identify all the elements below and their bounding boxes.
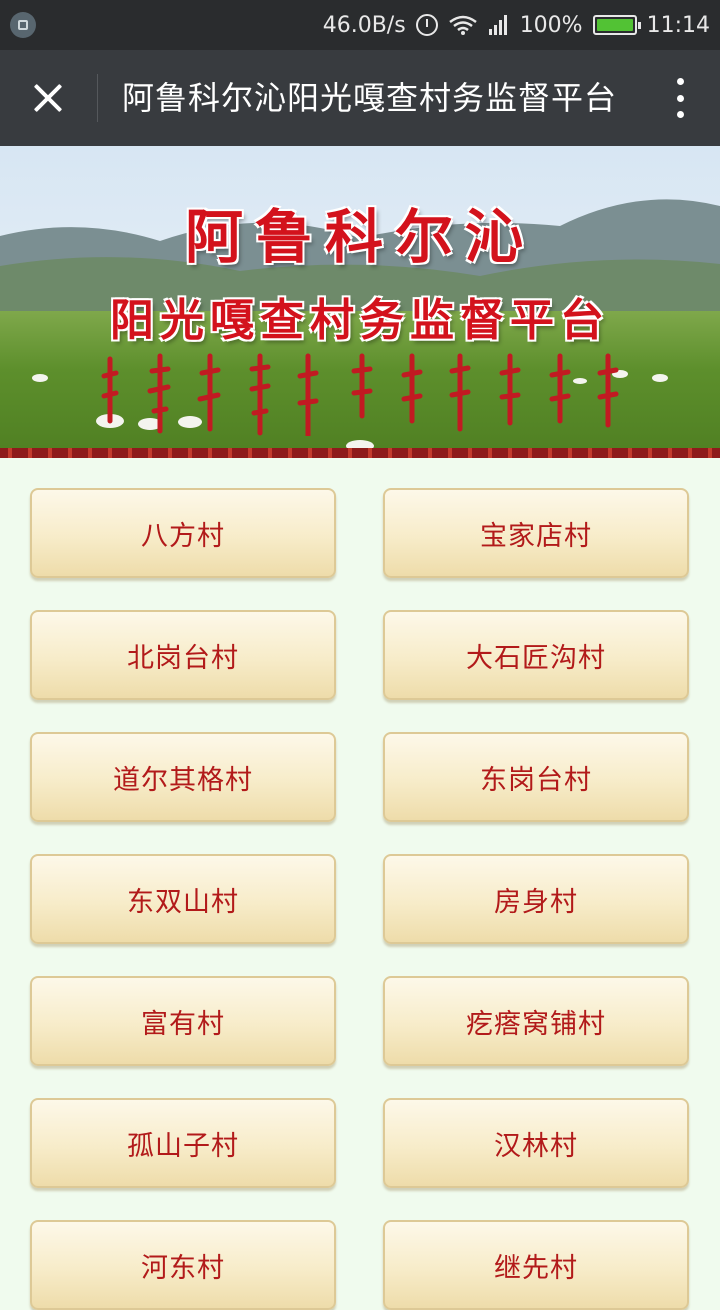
village-button[interactable]: 大石匠沟村 (383, 610, 689, 700)
banner-title-line1: 阿鲁科尔沁 (184, 203, 535, 271)
village-button[interactable]: 宝家店村 (383, 488, 689, 578)
battery-icon (592, 15, 641, 35)
village-button[interactable]: 东双山村 (30, 854, 336, 944)
village-button[interactable]: 东岗台村 (383, 732, 689, 822)
network-speed: 46.0B/s (322, 12, 406, 38)
app-bar: 阿鲁科尔沁阳光嘎查村务监督平台 (0, 50, 720, 146)
screenshot-icon (10, 12, 36, 38)
banner-title-line2: 阳光嘎查村务监督平台 (110, 295, 610, 346)
page-title: 阿鲁科尔沁阳光嘎查村务监督平台 (122, 79, 618, 117)
battery-percent: 100% (519, 12, 583, 38)
village-button[interactable]: 汉林村 (383, 1098, 689, 1188)
village-button[interactable]: 北岗台村 (30, 610, 336, 700)
wifi-icon (448, 15, 477, 35)
signal-icon (488, 15, 507, 35)
alarm-icon (415, 14, 438, 36)
village-button[interactable]: 道尔其格村 (30, 732, 336, 822)
mongolian-script-decoration (101, 353, 619, 436)
village-button[interactable]: 继先村 (383, 1220, 689, 1310)
village-button[interactable]: 疙瘩窝铺村 (383, 976, 689, 1066)
more-vertical-icon[interactable] (670, 78, 690, 118)
banner-ornamental-border (0, 448, 720, 458)
village-button[interactable]: 河东村 (30, 1220, 336, 1310)
status-bar: 46.0B/s 100% 11:14 (0, 0, 720, 50)
village-button[interactable]: 八方村 (30, 488, 336, 578)
app-bar-divider (97, 74, 98, 122)
village-button[interactable]: 富有村 (30, 976, 336, 1066)
banner: 阿鲁科尔沁 阳光嘎查村务监督平台 (0, 146, 720, 458)
status-bar-right: 46.0B/s 100% 11:14 (323, 0, 710, 50)
village-button[interactable]: 房身村 (383, 854, 689, 944)
close-icon[interactable] (18, 68, 78, 128)
village-button[interactable]: 孤山子村 (30, 1098, 336, 1188)
clock: 11:14 (646, 12, 710, 38)
